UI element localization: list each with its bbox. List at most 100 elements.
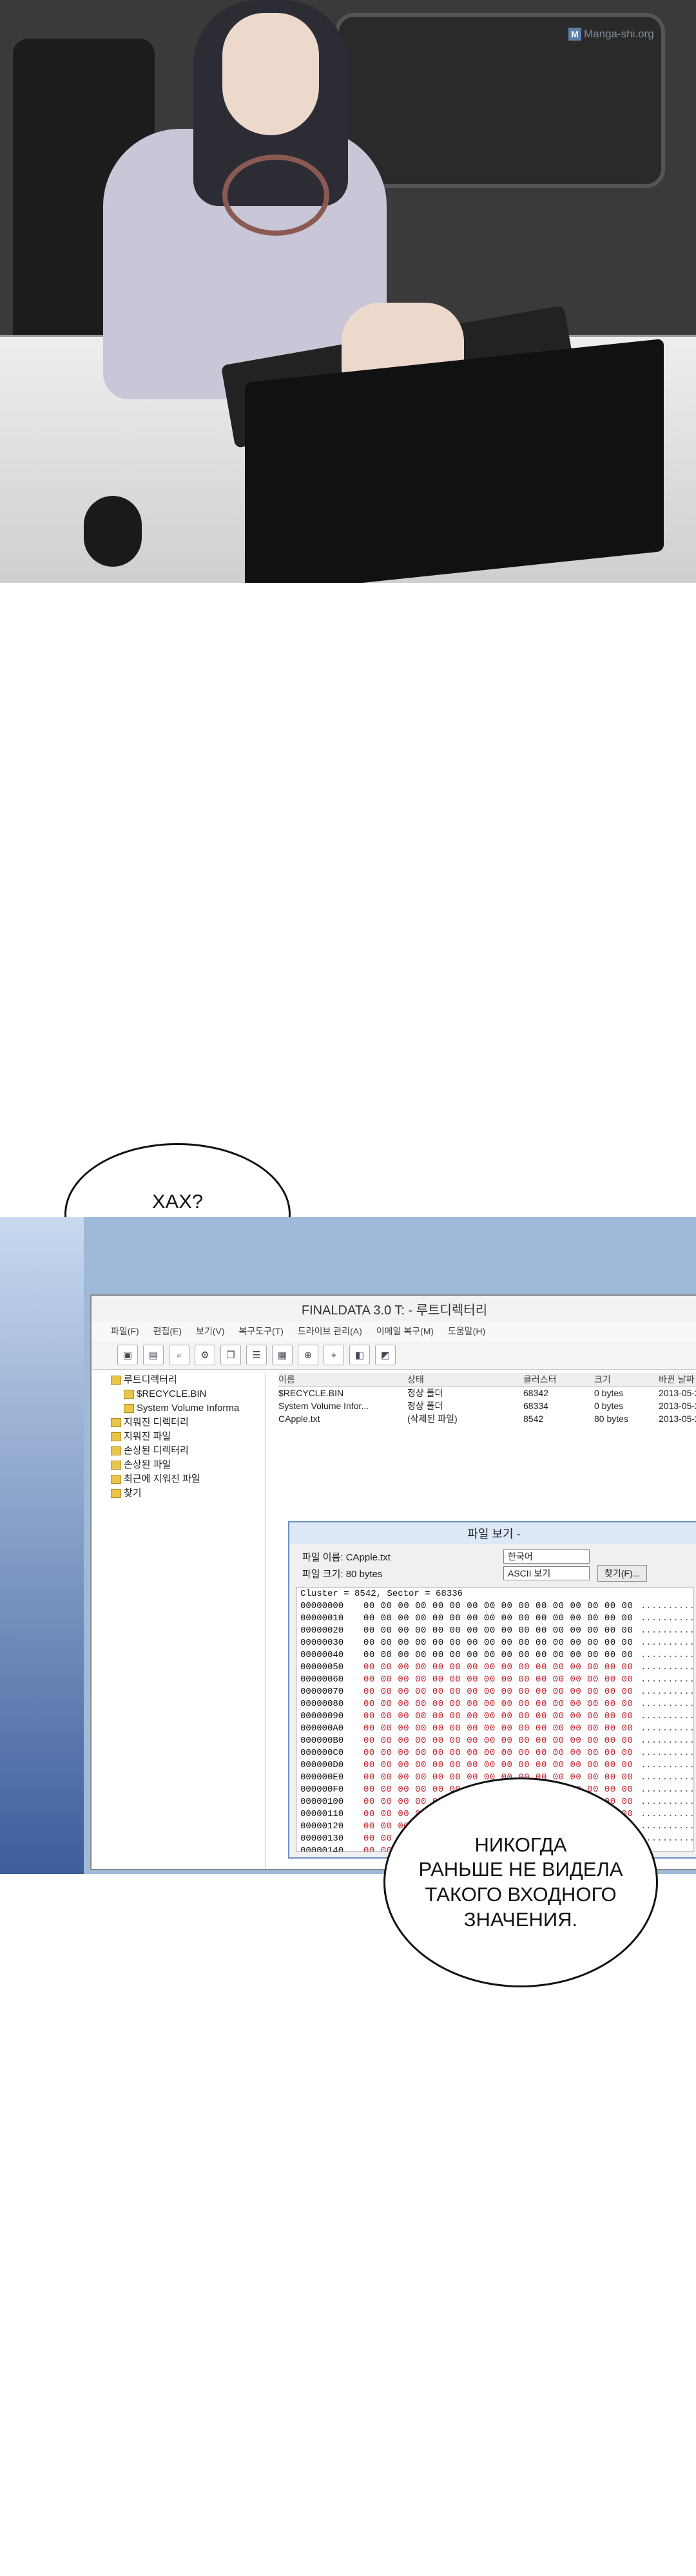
language-select[interactable]: 한국어 <box>503 1549 590 1564</box>
col-name[interactable]: 이름 <box>278 1373 407 1386</box>
hex-offset: 000000D0 <box>300 1760 344 1770</box>
save-icon[interactable]: ▤ <box>143 1345 164 1365</box>
tree-item-deleted-files[interactable]: 지워진 파일 <box>111 1430 266 1444</box>
hex-ascii: ................ <box>641 1638 693 1648</box>
watermark: M Manga-shi.org <box>568 26 684 43</box>
hex-ascii: ................ <box>641 1711 693 1721</box>
file-date: 2013-05-26 <box>659 1414 696 1424</box>
view-mode-select[interactable]: ASCII 보기 <box>503 1566 590 1580</box>
viewer-info: 파일 이름: CApple.txt 한국어 파일 크기: 80 bytes AS… <box>302 1548 689 1587</box>
menu-file[interactable]: 파일(F) <box>111 1325 139 1338</box>
hex-offset: 000000B0 <box>300 1736 344 1746</box>
file-row[interactable]: $RECYCLE.BIN 정상 폴더 68342 0 bytes 2013-05… <box>278 1387 696 1399</box>
file-row[interactable]: System Volume Infor... 정상 폴더 68334 0 byt… <box>278 1399 696 1412</box>
properties-icon[interactable]: ◧ <box>349 1345 370 1365</box>
hex-offset: 00000050 <box>300 1662 344 1672</box>
hex-offset: 00000140 <box>300 1846 344 1852</box>
window-titlebar: FINALDATA 3.0 T: - 루트디렉터리 <box>92 1296 696 1322</box>
hex-row: 000000D0 00 00 00 00 00 00 00 00 00 00 00… <box>296 1759 693 1772</box>
menu-email-recovery[interactable]: 이메일 복구(M) <box>376 1325 434 1338</box>
hex-ascii: ................ <box>641 1613 693 1624</box>
find-icon[interactable]: ⌖ <box>324 1345 344 1365</box>
menu-recovery-tools[interactable]: 복구도구(T) <box>239 1325 284 1338</box>
tree-item-recycle-bin[interactable]: $RECYCLE.BIN <box>111 1387 266 1401</box>
hex-bytes: 00 00 00 00 00 00 00 00 00 00 00 00 00 0… <box>363 1723 633 1734</box>
tree-item-damaged-files[interactable]: 손상된 파일 <box>111 1458 266 1472</box>
find-button[interactable]: 찾기(F)... <box>597 1565 648 1582</box>
hex-ascii: ................ <box>641 1662 693 1672</box>
file-name: CApple.txt <box>278 1414 320 1424</box>
file-cluster: 68342 <box>523 1388 548 1398</box>
menu-edit[interactable]: 편집(E) <box>153 1325 182 1338</box>
open-folder-icon[interactable]: ▣ <box>117 1345 138 1365</box>
hex-ascii: ................ <box>641 1674 693 1685</box>
tree-item-deleted-dirs[interactable]: 지워진 디렉터리 <box>111 1416 266 1430</box>
tree-item-root[interactable]: 루트디렉터리 <box>111 1373 266 1387</box>
hex-bytes: 00 00 00 00 00 00 00 00 00 00 00 00 00 0… <box>363 1625 633 1636</box>
copy-icon[interactable]: ❐ <box>220 1345 241 1365</box>
hex-row: 00000060 00 00 00 00 00 00 00 00 00 00 00… <box>296 1674 693 1686</box>
file-name: System Volume Infor... <box>278 1401 369 1411</box>
hex-ascii: ................ <box>641 1821 693 1832</box>
list-view-icon[interactable]: ☰ <box>246 1345 267 1365</box>
col-status[interactable]: 상태 <box>407 1373 523 1386</box>
tree-item-damaged-dirs[interactable]: 손상된 디렉터리 <box>111 1444 266 1458</box>
file-date: 2013-05-26 <box>659 1388 696 1398</box>
file-size-label: 파일 크기: 80 bytes <box>302 1568 383 1580</box>
hex-offset: 00000040 <box>300 1650 344 1660</box>
hex-row: 000000C0 00 00 00 00 00 00 00 00 00 00 00… <box>296 1747 693 1759</box>
hex-offset: 000000E0 <box>300 1772 344 1783</box>
desktop-background <box>0 1217 84 1874</box>
tree-label: 루트디렉터리 <box>124 1374 177 1385</box>
details-view-icon[interactable]: ▦ <box>272 1345 293 1365</box>
hex-ascii: ................ <box>641 1736 693 1746</box>
file-size: 80 bytes <box>594 1414 628 1424</box>
tree-item-system-volume[interactable]: System Volume Informa <box>111 1401 266 1416</box>
folder-icon <box>111 1475 121 1484</box>
hex-bytes: 00 00 00 00 00 00 00 00 00 00 00 00 00 0… <box>363 1613 633 1624</box>
col-cluster[interactable]: 클러스터 <box>523 1373 594 1386</box>
hex-offset: 00000130 <box>300 1833 344 1844</box>
hex-offset: 00000100 <box>300 1797 344 1807</box>
file-size: 0 bytes <box>594 1388 624 1398</box>
zoom-icon[interactable]: ⊕ <box>298 1345 318 1365</box>
hex-offset: 00000030 <box>300 1638 344 1648</box>
hex-row: 00000050 00 00 00 00 00 00 00 00 00 00 00… <box>296 1662 693 1674</box>
col-size[interactable]: 크기 <box>594 1373 659 1386</box>
tree-label: $RECYCLE.BIN <box>137 1388 207 1399</box>
menu-help[interactable]: 도움말(H) <box>448 1325 485 1338</box>
viewer-title: 파일 보기 - <box>467 1528 521 1540</box>
screen-panel: FINALDATA 3.0 T: - 루트디렉터리 파일(F) 편집(E) 보기… <box>0 1217 696 1874</box>
viewer-titlebar: 파일 보기 - <box>289 1522 696 1544</box>
file-status: 정상 폴더 <box>407 1388 443 1398</box>
hex-row: 00000000 00 00 00 00 00 00 00 00 00 00 00… <box>296 1600 693 1613</box>
speech-bubble-2: НИКОГДА РАНЬШЕ НЕ ВИДЕЛА ТАКОГО ВХОДНОГО… <box>383 1777 658 1987</box>
hex-offset: 00000120 <box>300 1821 344 1832</box>
cluster-info: Cluster = 8542, Sector = 68336 <box>300 1589 463 1599</box>
hex-ascii: ................ <box>641 1687 693 1697</box>
toolbar: ▣ ▤ ⌕ ⚙ ❐ ☰ ▦ ⊕ ⌖ ◧ ◩ <box>92 1341 696 1370</box>
window-title: FINALDATA 3.0 T: - 루트디렉터리 <box>301 1303 488 1318</box>
tree-item-recent-deleted[interactable]: 최근에 지워진 파일 <box>111 1472 266 1486</box>
menu-drive-manage[interactable]: 드라이브 관리(A) <box>298 1325 362 1338</box>
search-icon[interactable]: ⌕ <box>169 1345 189 1365</box>
settings-icon[interactable]: ⚙ <box>195 1345 215 1365</box>
tree-item-find[interactable]: 찾기 <box>111 1486 266 1501</box>
tree-label: 손상된 파일 <box>124 1459 171 1470</box>
file-list-header: 이름 상태 클러스터 크기 바뀐 날짜 <box>278 1373 696 1387</box>
tree-label: 찾기 <box>124 1488 142 1499</box>
menu-view[interactable]: 보기(V) <box>196 1325 224 1338</box>
hex-ascii: ................ <box>641 1748 693 1758</box>
hex-row: 00000030 00 00 00 00 00 00 00 00 00 00 00… <box>296 1637 693 1649</box>
hex-bytes: 00 00 00 00 00 00 00 00 00 00 00 00 00 0… <box>363 1736 633 1746</box>
file-status: 정상 폴더 <box>407 1401 443 1411</box>
file-row[interactable]: CApple.txt (삭제된 파일) 8542 80 bytes 2013-0… <box>278 1412 696 1425</box>
col-date[interactable]: 바뀐 날짜 <box>659 1373 696 1386</box>
woman-face <box>222 13 319 135</box>
hex-ascii: ................ <box>641 1809 693 1819</box>
view-file-icon[interactable]: ◩ <box>375 1345 396 1365</box>
folder-icon <box>111 1418 121 1427</box>
hex-offset: 00000010 <box>300 1613 344 1624</box>
hex-bytes: 00 00 00 00 00 00 00 00 00 00 00 00 00 0… <box>363 1760 633 1770</box>
tree-label: 지워진 디렉터리 <box>124 1417 189 1428</box>
